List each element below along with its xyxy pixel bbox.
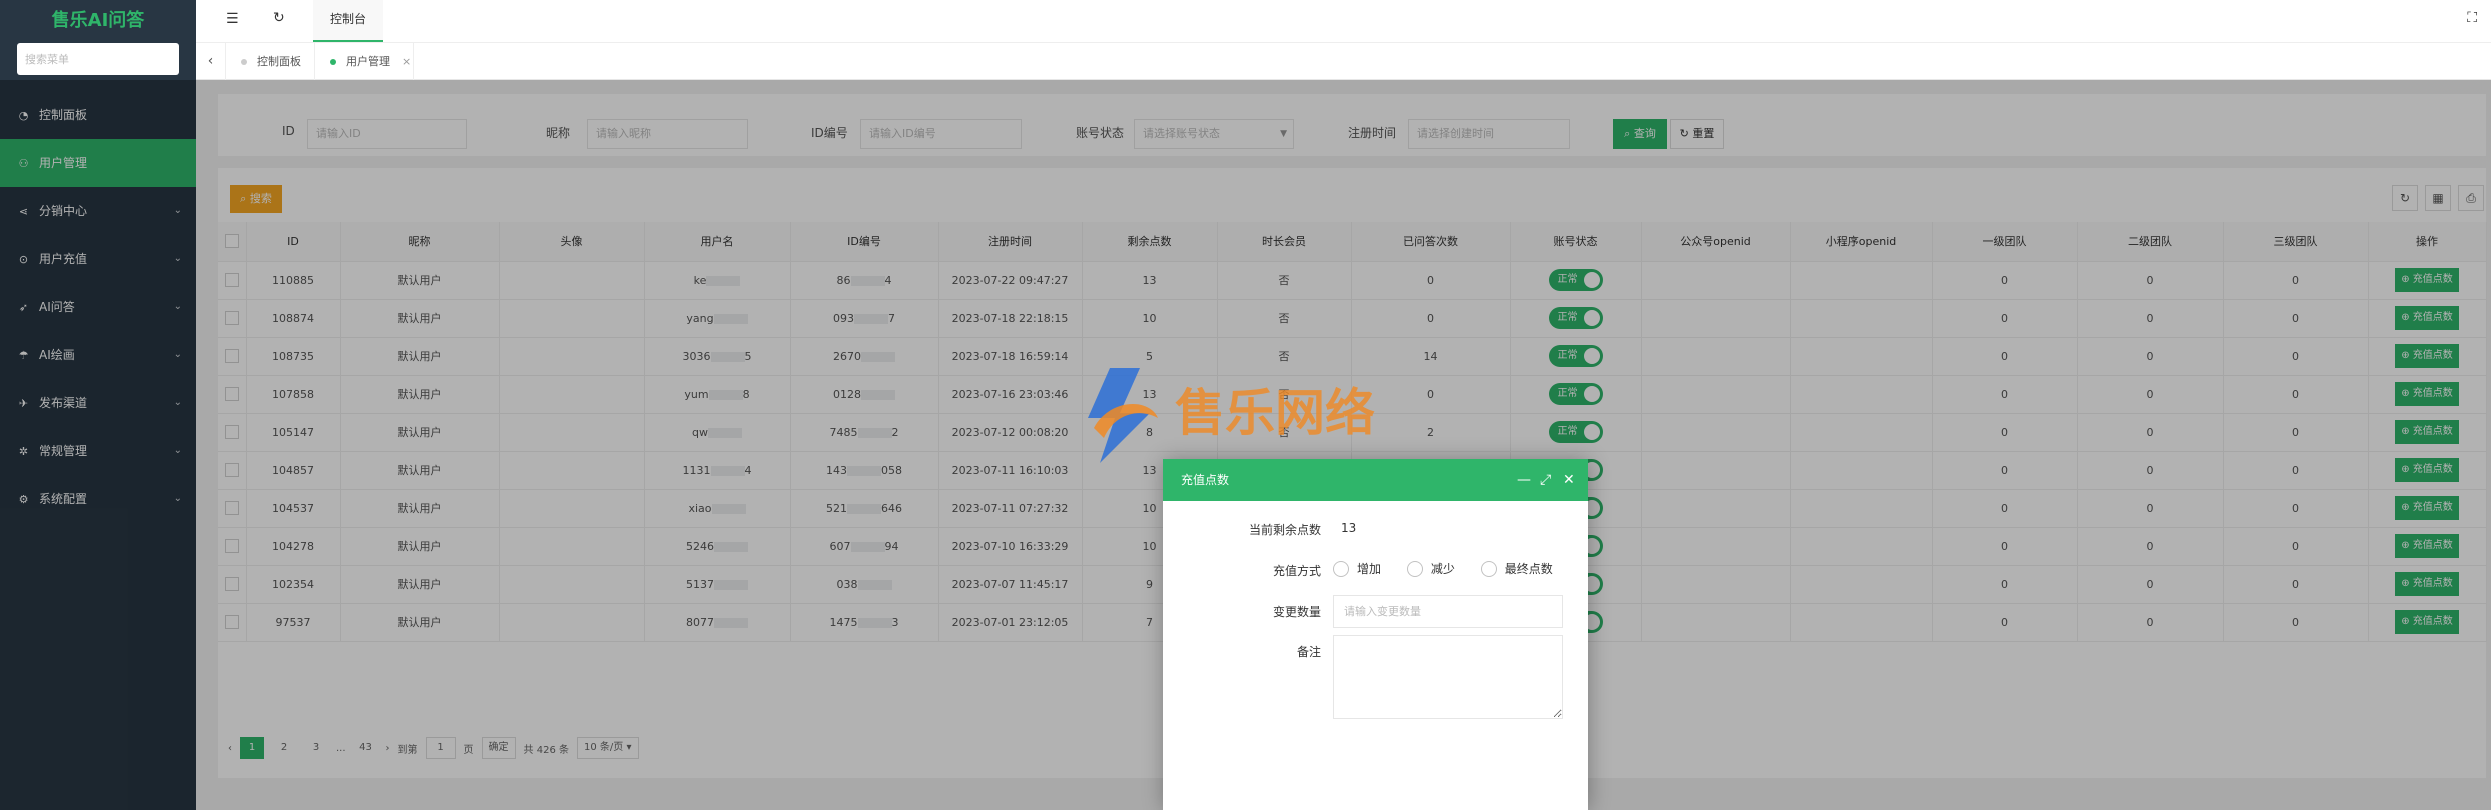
watermark-text: 售乐网络 (1175, 384, 1375, 442)
maximize-icon[interactable]: ⤢ (1540, 459, 1551, 501)
page-tab-users[interactable]: 用户管理 × (316, 43, 414, 80)
radio-label: 增加 (1357, 562, 1382, 576)
method-radio-group: 增加 减少 最终点数 (1333, 560, 1575, 580)
method-radio-increase[interactable]: 增加 (1333, 560, 1381, 577)
brand-logo: 售乐AI问答 (51, 10, 145, 31)
top-header: ☰ ↻ 控制台 ⛶ (196, 0, 2491, 42)
dialog-header: 充值点数 — ⤢ ✕ (1163, 459, 1588, 501)
radio-label: 减少 (1430, 562, 1455, 576)
menu-search-input[interactable] (17, 43, 179, 75)
note-textarea[interactable] (1333, 635, 1563, 719)
close-icon[interactable]: ✕ (1563, 459, 1575, 501)
refresh-icon[interactable]: ↻ (273, 10, 285, 26)
tab-console[interactable]: 控制台 (313, 0, 383, 42)
dialog-title: 充值点数 (1181, 473, 1230, 487)
tab-dot (330, 59, 336, 65)
radio-label: 最终点数 (1504, 562, 1553, 576)
method-label: 充值方式 (1272, 564, 1321, 578)
qty-label: 变更数量 (1272, 605, 1321, 619)
current-points-value: 13 (1341, 521, 1357, 535)
watermark-logo: 售乐网络 (1088, 368, 1375, 463)
method-radio-decrease[interactable]: 减少 (1406, 560, 1455, 577)
tab-dot (241, 59, 247, 65)
page-tab-dashboard[interactable]: 控制面板 (227, 43, 315, 80)
close-icon[interactable]: × (402, 55, 411, 68)
note-label: 备注 (1296, 645, 1321, 659)
minimize-icon[interactable]: — (1517, 459, 1531, 501)
recharge-dialog: 充值点数 — ⤢ ✕ 当前剩余点数 13 充值方式 增加 减少 最终点数 变更数… (1163, 459, 1588, 810)
chevron-left-icon[interactable]: ‹ (196, 43, 226, 80)
qty-input[interactable] (1333, 595, 1563, 628)
page-tab-label: 控制面板 (257, 55, 301, 68)
fullscreen-icon[interactable]: ⛶ (2467, 10, 2477, 26)
menu-fold-icon[interactable]: ☰ (226, 11, 239, 27)
page-tab-bar: ‹ 控制面板 用户管理 × (196, 42, 2491, 80)
page-tab-label: 用户管理 (346, 55, 390, 68)
current-points-label: 当前剩余点数 (1248, 523, 1321, 537)
method-radio-final[interactable]: 最终点数 (1480, 560, 1553, 577)
